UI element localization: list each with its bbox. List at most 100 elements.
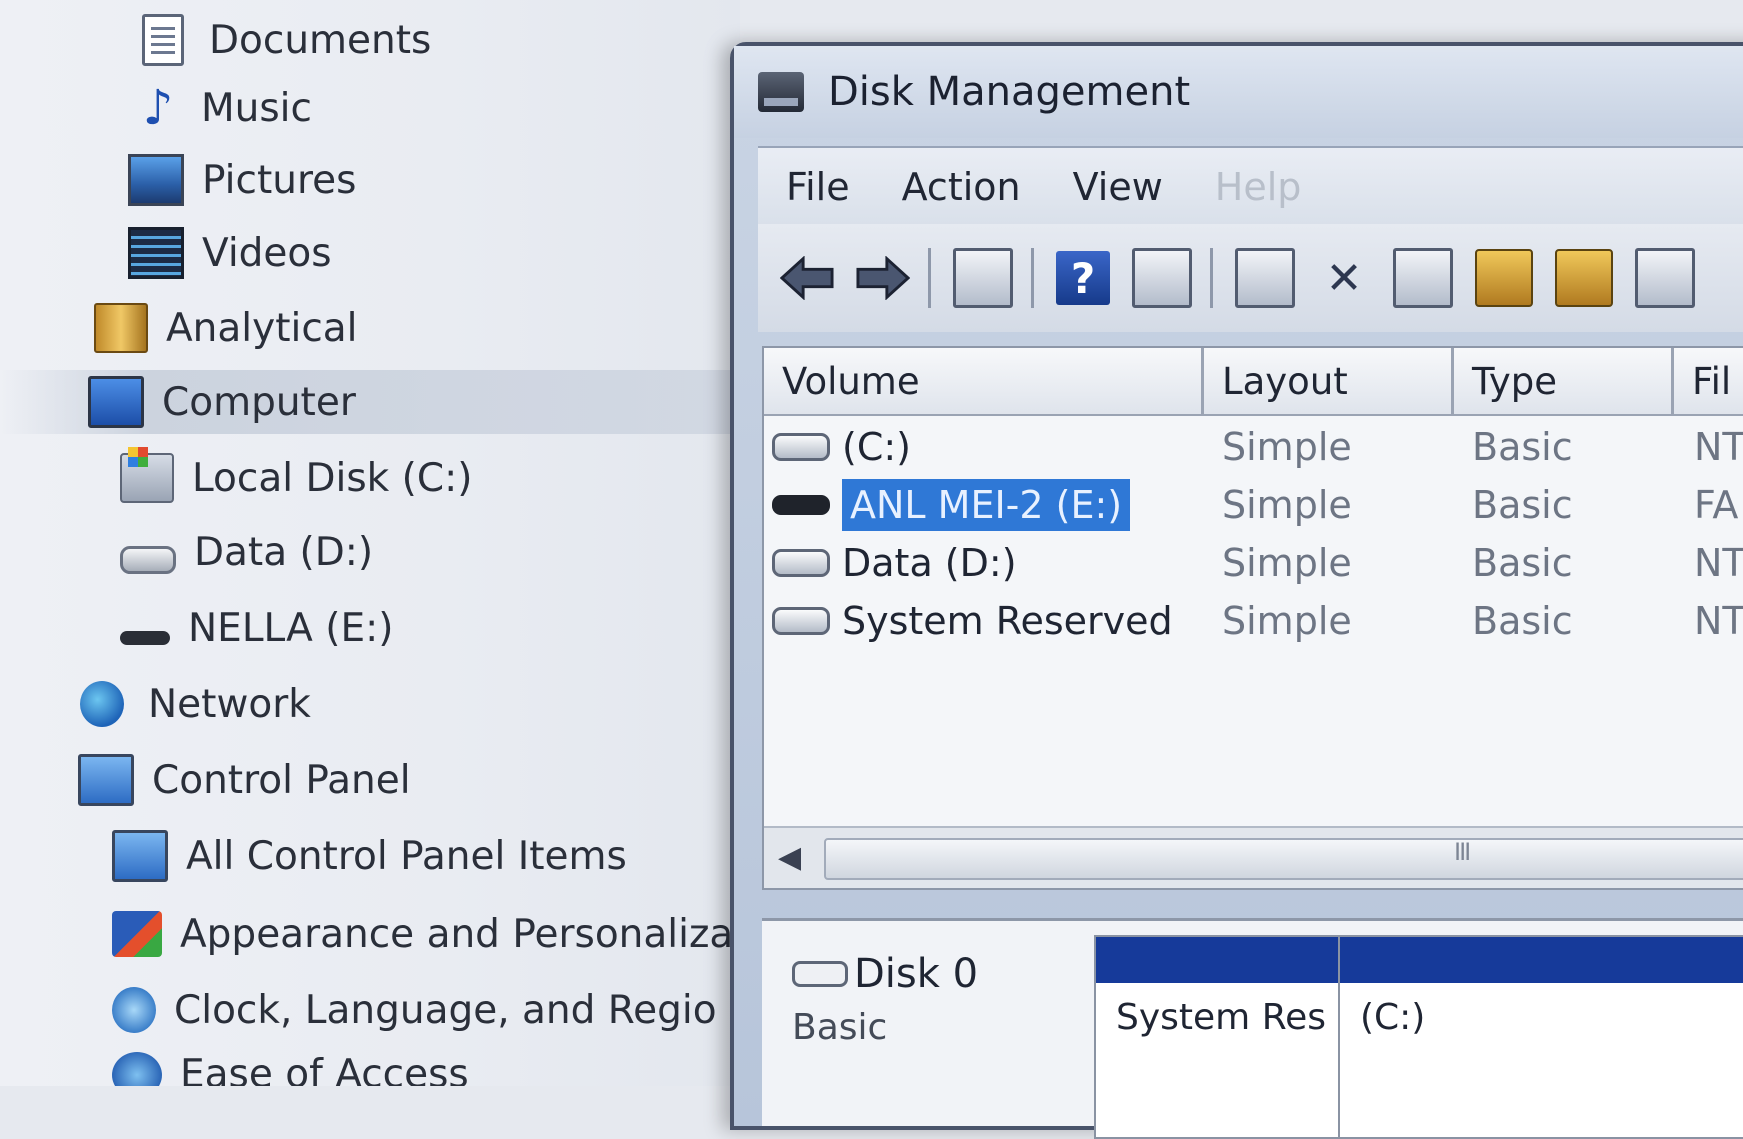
navigation-pane: Documents ♪ Music Pictures Videos Analyt… [0,0,740,1086]
computer-icon [88,376,144,428]
nav-item-network[interactable]: Network [80,672,311,736]
nav-item-ease-of-access[interactable]: Ease of Access [112,1052,732,1086]
nav-item-local-disk-c[interactable]: Local Disk (C:) [120,446,472,510]
help-icon[interactable]: ? [1056,251,1110,305]
nav-item-label: Music [201,85,312,131]
console-tree-icon[interactable] [953,248,1013,308]
pictures-icon [128,154,184,206]
nav-item-control-panel[interactable]: Control Panel [78,748,411,812]
music-icon: ♪ [142,80,174,136]
volume-name: System Reserved [842,599,1173,643]
volume-name: Data (D:) [842,541,1017,585]
volume-name: ANL MEI-2 (E:) [842,479,1131,531]
partition-name: System Res [1116,997,1326,1038]
toolbar-separator [928,248,931,308]
column-header-type[interactable]: Type [1454,348,1674,414]
explore-icon[interactable] [1555,249,1613,307]
nav-item-label: Local Disk (C:) [192,455,473,501]
forward-arrow-icon[interactable] [856,251,910,305]
action-pane-icon[interactable] [1132,248,1192,308]
title-bar[interactable]: Disk Management [734,46,1743,138]
delete-icon[interactable]: ✕ [1317,251,1371,305]
nav-item-documents[interactable]: Documents [135,8,431,72]
appearance-icon [112,911,162,957]
control-panel-icon [78,754,134,806]
partition-bar [1096,937,1344,983]
nav-item-data-d[interactable]: Data (D:) [120,520,373,584]
drive-icon [120,546,176,574]
nav-item-label: Analytical [166,305,358,351]
menu-action[interactable]: Action [902,165,1021,209]
nav-item-clock-language-region[interactable]: Clock, Language, and Regio [112,978,732,1042]
volume-name: (C:) [842,425,911,469]
type-cell: Basic [1472,599,1573,643]
layout-cell: Simple [1222,483,1352,527]
disk-name: Disk 0 [854,951,979,997]
nav-item-analytical[interactable]: Analytical [94,296,358,360]
nav-item-label: Pictures [202,157,357,203]
table-row[interactable]: System Reserved Simple Basic NT [764,592,1743,650]
menu-bar: File Action View Help [758,146,1743,226]
column-header-filesystem[interactable]: Fil [1674,348,1743,414]
scrollbar-thumb[interactable] [824,838,1743,880]
usb-drive-icon [120,631,170,645]
type-cell: Basic [1472,541,1573,585]
disk-0-label[interactable]: Disk 0 [792,951,978,997]
drive-icon [772,549,830,577]
disk-management-window: Disk Management File Action View Help ? … [730,42,1743,1139]
nav-item-computer[interactable]: Computer [0,370,740,434]
settings-icon[interactable] [1635,248,1695,308]
horizontal-scrollbar[interactable]: ◀ III [764,826,1743,888]
column-header-layout[interactable]: Layout [1204,348,1454,414]
toolbar: ? ✕ [758,224,1743,332]
partition-c[interactable]: (C:) [1338,935,1743,1139]
nav-item-label: Data (D:) [194,529,374,575]
nav-item-label: Network [148,681,311,727]
disk-management-icon [758,72,804,112]
nav-item-label: All Control Panel Items [186,833,627,879]
disk-layout-pane: Disk 0 Basic System Res (C:) [762,918,1743,1139]
partition-name: (C:) [1360,997,1426,1038]
ease-of-access-icon [112,1052,162,1086]
layout-cell: Simple [1222,599,1352,643]
drive-icon [772,433,830,461]
scrollbar-grip: III [1454,838,1471,866]
nav-item-all-control-panel-items[interactable]: All Control Panel Items [112,824,627,888]
nav-item-appearance[interactable]: Appearance and Personaliza [112,902,732,966]
menu-help[interactable]: Help [1215,165,1302,209]
nav-item-nella-e[interactable]: NELLA (E:) [120,596,393,660]
back-arrow-icon[interactable] [780,251,834,305]
table-row[interactable]: Data (D:) Simple Basic NT [764,534,1743,592]
partition-bar [1340,937,1743,983]
nav-item-label: NELLA (E:) [188,605,394,651]
table-row[interactable]: ANL MEI-2 (E:) Simple Basic FA [764,476,1743,534]
scroll-left-icon[interactable]: ◀ [778,840,801,875]
toolbar-separator [1210,248,1213,308]
filesystem-cell: NT [1694,425,1743,469]
disk-type: Basic [792,1007,888,1048]
nav-item-pictures[interactable]: Pictures [128,148,356,212]
nav-item-label: Clock, Language, and Regio [174,987,717,1033]
menu-file[interactable]: File [786,165,850,209]
partition-system-reserved[interactable]: System Res [1094,935,1346,1139]
filesystem-cell: NT [1694,599,1743,643]
window-title: Disk Management [828,69,1191,115]
volume-list-header: Volume Layout Type Fil [764,348,1743,416]
properties-icon[interactable] [1393,248,1453,308]
nav-item-label: Control Panel [152,757,411,803]
table-row[interactable]: (C:) Simple Basic NT [764,418,1743,476]
disk-icon [792,961,848,987]
nav-item-videos[interactable]: Videos [128,221,332,285]
volume-cell: Data (D:) [772,534,1192,592]
column-header-volume[interactable]: Volume [764,348,1204,414]
nav-item-label: Documents [209,17,432,63]
open-folder-icon[interactable] [1475,249,1533,307]
volume-cell: (C:) [772,418,1192,476]
videos-icon [128,227,184,279]
documents-icon [142,14,184,66]
clock-icon [112,987,156,1033]
volume-list: Volume Layout Type Fil (C:) Simple Basic… [762,346,1743,890]
refresh-icon[interactable] [1235,248,1295,308]
menu-view[interactable]: View [1073,165,1163,209]
nav-item-music[interactable]: ♪ Music [133,76,312,140]
